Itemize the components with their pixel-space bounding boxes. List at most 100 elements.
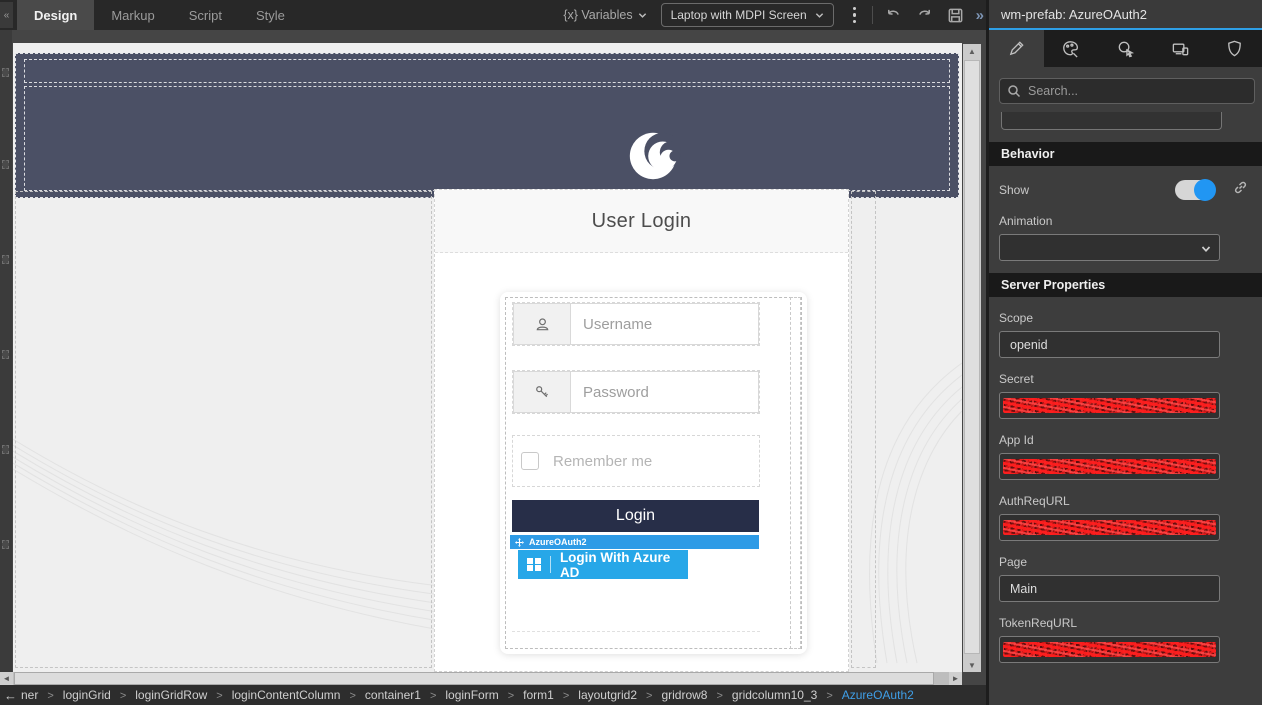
- show-toggle[interactable]: [1175, 180, 1215, 200]
- left-grid-column[interactable]: [15, 191, 432, 668]
- tab-security-shield-icon[interactable]: [1207, 30, 1262, 67]
- login-form-card[interactable]: Remember me Login AzureOAuth2 Login With…: [500, 292, 807, 654]
- scope-label: Scope: [999, 311, 1033, 325]
- tab-styles-palette-icon[interactable]: [1044, 30, 1099, 67]
- tokenrequrl-input-redacted[interactable]: [999, 636, 1220, 663]
- vertical-scrollbar[interactable]: ▲ ▼: [963, 44, 981, 672]
- windows-icon: [527, 558, 541, 572]
- section-server-properties: Server Properties: [989, 273, 1262, 297]
- bind-property-link-icon[interactable]: [1233, 180, 1248, 200]
- panel-icon-tabs: [989, 30, 1262, 67]
- collapse-left-panel-icon[interactable]: «: [0, 2, 13, 28]
- scroll-up-icon[interactable]: ▲: [963, 44, 981, 58]
- form-column-outline: [790, 297, 801, 649]
- app-id-input-redacted[interactable]: [999, 453, 1220, 480]
- password-input[interactable]: [570, 371, 759, 413]
- animation-select[interactable]: [999, 234, 1220, 261]
- username-input[interactable]: [570, 303, 759, 345]
- prefab-selection-bar[interactable]: AzureOAuth2: [510, 535, 759, 549]
- username-field-row: [512, 302, 760, 346]
- authrequrl-input-redacted[interactable]: [999, 514, 1220, 541]
- app-id-label: App Id: [999, 433, 1034, 447]
- breadcrumb-item[interactable]: loginForm: [421, 688, 499, 702]
- redo-button[interactable]: [914, 4, 936, 26]
- tab-style[interactable]: Style: [239, 0, 302, 30]
- secret-input-redacted[interactable]: [999, 392, 1220, 419]
- canvas-marker: [2, 540, 9, 549]
- section-behavior: Behavior: [989, 142, 1262, 166]
- right-grid-column[interactable]: [851, 191, 876, 668]
- variables-dropdown[interactable]: {x} Variables: [563, 8, 646, 22]
- canvas-gutter: [0, 30, 12, 685]
- breadcrumb-item-active[interactable]: AzureOAuth2: [817, 688, 913, 702]
- properties-panel: wm-prefab: AzureOAuth2: [986, 0, 1262, 705]
- scroll-left-icon[interactable]: ◄: [0, 672, 13, 685]
- breadcrumb-item[interactable]: gridrow8: [637, 688, 707, 702]
- breadcrumb-item[interactable]: loginGridRow: [111, 688, 207, 702]
- tokenrequrl-label: TokenReqURL: [999, 616, 1077, 630]
- move-icon: [515, 538, 524, 547]
- header-top-strip[interactable]: [24, 59, 950, 83]
- brand-wave-logo: [625, 127, 683, 185]
- expand-panel-icon[interactable]: »: [976, 7, 982, 24]
- remember-me-label: Remember me: [553, 453, 652, 470]
- authrequrl-label: AuthReqURL: [999, 494, 1070, 508]
- breadcrumb-back-icon[interactable]: ←: [4, 688, 17, 703]
- horizontal-scroll-thumb[interactable]: [14, 672, 934, 685]
- redaction-scribble: [1003, 520, 1216, 535]
- tab-properties-pencil-icon[interactable]: [989, 30, 1044, 67]
- breadcrumb-item[interactable]: loginGrid: [38, 688, 110, 702]
- canvas-marker: [2, 445, 9, 454]
- scrolled-field-partial[interactable]: [1001, 112, 1222, 130]
- save-button[interactable]: [945, 4, 967, 26]
- azure-login-button[interactable]: Login With Azure AD: [518, 550, 688, 579]
- empty-grid-row: [512, 592, 760, 632]
- breadcrumb: ← ner loginGrid loginGridRow loginConten…: [0, 685, 986, 705]
- device-selector-value: Laptop with MDPI Screen: [671, 8, 807, 22]
- tab-inspect-magnifier-icon[interactable]: [1098, 30, 1153, 67]
- tab-devices-icon[interactable]: [1153, 30, 1208, 67]
- tab-script[interactable]: Script: [172, 0, 239, 30]
- scroll-down-icon[interactable]: ▼: [963, 658, 981, 672]
- toolbar-divider: [872, 6, 873, 24]
- prefab-tag-label: AzureOAuth2: [529, 537, 587, 547]
- remember-me-row: Remember me: [512, 435, 760, 487]
- canvas-marker: [2, 160, 9, 169]
- breadcrumb-item[interactable]: loginContentColumn: [207, 688, 340, 702]
- breadcrumb-item[interactable]: gridcolumn10_3: [707, 688, 817, 702]
- scope-input[interactable]: [999, 331, 1220, 358]
- login-content-panel[interactable]: User Login: [434, 189, 849, 672]
- vertical-scroll-thumb[interactable]: [964, 60, 980, 654]
- chevron-down-icon: [815, 11, 824, 20]
- login-title-band[interactable]: User Login: [435, 190, 848, 253]
- undo-button[interactable]: [883, 4, 905, 26]
- search-icon: [1007, 84, 1021, 98]
- remember-me-checkbox[interactable]: [521, 452, 539, 470]
- top-toolbar: « Design Markup Script Style {x} Variabl…: [0, 0, 986, 30]
- panel-body: Behavior Show Animation Server Propertie…: [989, 67, 1262, 663]
- horizontal-scrollbar[interactable]: ◄ ►: [0, 672, 962, 685]
- breadcrumb-item[interactable]: layoutgrid2: [554, 688, 637, 702]
- button-divider: [550, 556, 551, 573]
- breadcrumb-item[interactable]: ner: [21, 688, 38, 702]
- device-selector[interactable]: Laptop with MDPI Screen: [661, 3, 834, 27]
- key-icon: [513, 371, 570, 413]
- page-input[interactable]: [999, 575, 1220, 602]
- tab-design[interactable]: Design: [17, 0, 94, 30]
- wavemaker-studio: « Design Markup Script Style {x} Variabl…: [0, 0, 1262, 705]
- redaction-scribble: [1003, 459, 1216, 474]
- scroll-right-icon[interactable]: ►: [949, 672, 962, 685]
- header-logo-row[interactable]: [24, 86, 950, 191]
- breadcrumb-item[interactable]: form1: [499, 688, 554, 702]
- property-search-input[interactable]: [999, 78, 1255, 104]
- canvas-marker: [2, 350, 9, 359]
- tab-markup[interactable]: Markup: [94, 0, 171, 30]
- breadcrumb-item[interactable]: container1: [340, 688, 420, 702]
- page-label: Page: [999, 555, 1027, 569]
- canvas-marker: [2, 255, 9, 264]
- redaction-scribble: [1003, 398, 1216, 413]
- more-options-icon[interactable]: [846, 3, 864, 27]
- login-button[interactable]: Login: [512, 500, 759, 532]
- toggle-knob: [1194, 179, 1216, 201]
- page-header[interactable]: [15, 53, 959, 198]
